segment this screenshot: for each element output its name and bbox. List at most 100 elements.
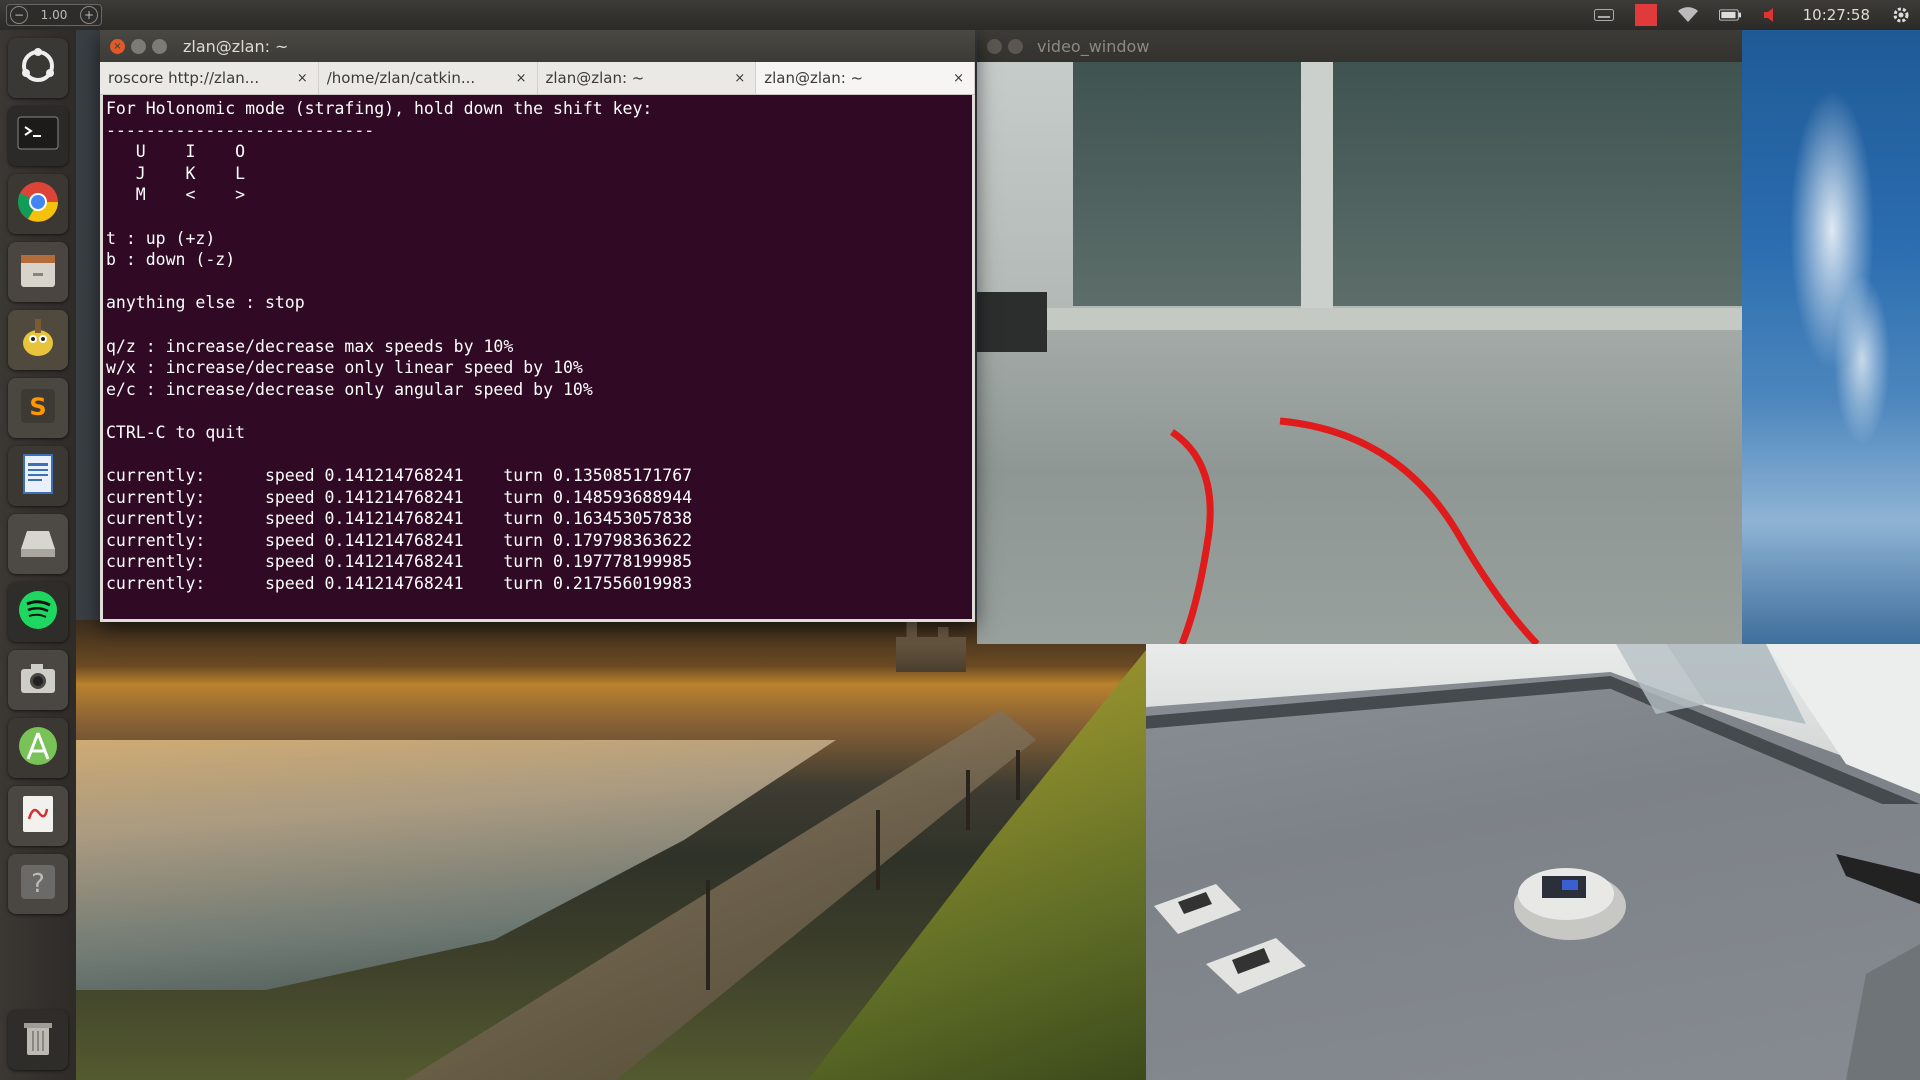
launcher-android-studio[interactable] bbox=[8, 718, 68, 778]
terminal-tabs: roscore http://zlan... × /home/zlan/catk… bbox=[100, 62, 975, 95]
fence-post bbox=[966, 770, 970, 830]
document-icon bbox=[15, 451, 61, 501]
zoom-out-icon[interactable]: − bbox=[10, 6, 28, 24]
video-window-title: video_window bbox=[1037, 36, 1150, 56]
launcher-help[interactable]: ? bbox=[8, 854, 68, 914]
camera-icon bbox=[15, 655, 61, 705]
file-cabinet-icon bbox=[15, 247, 61, 297]
terminal-line: w/x : increase/decrease only linear spee… bbox=[106, 358, 583, 378]
terminal-output[interactable]: For Holonomic mode (strafing), hold down… bbox=[106, 98, 968, 616]
robot-vacuum bbox=[1514, 868, 1626, 940]
zoom-value: 1.00 bbox=[40, 8, 68, 22]
maximize-window-icon[interactable] bbox=[152, 38, 167, 54]
terminal-line: anything else : stop bbox=[106, 293, 305, 313]
terminal-line: U I O bbox=[106, 142, 246, 162]
launcher-dash-home[interactable] bbox=[8, 38, 68, 98]
fence-post bbox=[1016, 750, 1020, 800]
tab-label: /home/zlan/catkin... bbox=[326, 69, 476, 87]
tab-shell-1[interactable]: zlan@zlan: ~ × bbox=[538, 62, 757, 94]
top-panel: − 1.00 + 10:27:58 bbox=[0, 0, 1920, 30]
launcher: S ? bbox=[0, 30, 76, 1080]
gimp-icon bbox=[15, 315, 61, 365]
close-window-icon[interactable] bbox=[987, 38, 1002, 54]
spotify-icon bbox=[15, 587, 61, 637]
path-left-line bbox=[1169, 429, 1214, 644]
tab-roscore[interactable]: roscore http://zlan... × bbox=[100, 62, 319, 94]
terminal-line: J K L bbox=[106, 163, 246, 183]
svg-text:?: ? bbox=[31, 869, 45, 899]
launcher-sublime-text[interactable]: S bbox=[8, 378, 68, 438]
terminal-line: e/c : increase/decrease only angular spe… bbox=[106, 379, 593, 399]
tab-label: zlan@zlan: ~ bbox=[545, 69, 645, 87]
wallpaper-sky bbox=[1742, 30, 1920, 644]
video-window-titlebar[interactable]: video_window bbox=[977, 30, 1742, 62]
trash-icon bbox=[15, 1015, 61, 1065]
launcher-spotify[interactable] bbox=[8, 582, 68, 642]
terminal-titlebar[interactable]: × zlan@zlan: ~ bbox=[100, 30, 975, 62]
terminal-icon bbox=[15, 111, 61, 161]
terminal-line: currently: speed 0.141214768241 turn 0.2… bbox=[106, 574, 693, 594]
video-frame bbox=[977, 62, 1742, 644]
tab-catkin[interactable]: /home/zlan/catkin... × bbox=[319, 62, 538, 94]
terminal-line: b : down (-z) bbox=[106, 250, 236, 270]
video-window[interactable]: video_window bbox=[977, 30, 1742, 644]
keyboard-icon[interactable] bbox=[1593, 7, 1615, 23]
terminal-line: M < > bbox=[106, 185, 246, 205]
sublime-text-icon: S bbox=[15, 383, 61, 433]
svg-text:S: S bbox=[29, 393, 46, 421]
terminal-line: currently: speed 0.141214768241 turn 0.1… bbox=[106, 552, 693, 572]
camera-scene bbox=[1154, 644, 1920, 1080]
wallpaper-grass bbox=[808, 650, 1146, 1080]
wifi-icon[interactable] bbox=[1677, 7, 1699, 23]
clock[interactable]: 10:27:58 bbox=[1803, 6, 1870, 24]
launcher-files[interactable] bbox=[8, 242, 68, 302]
desktop-wallpaper bbox=[76, 620, 1146, 1080]
minimize-window-icon[interactable] bbox=[1008, 38, 1023, 54]
terminal-line: currently: speed 0.141214768241 turn 0.1… bbox=[106, 466, 693, 486]
tab-shell-2[interactable]: zlan@zlan: ~ × bbox=[756, 62, 975, 94]
system-tray: 10:27:58 bbox=[1593, 0, 1912, 30]
settings-gear-icon[interactable] bbox=[1890, 7, 1912, 23]
close-window-icon[interactable]: × bbox=[110, 38, 125, 54]
floor-marker bbox=[1206, 938, 1306, 994]
launcher-writer[interactable] bbox=[8, 446, 68, 506]
tab-close-icon[interactable]: × bbox=[734, 71, 745, 86]
floor-marker bbox=[1154, 884, 1241, 934]
terminal-line: t : up (+z) bbox=[106, 228, 216, 248]
terminal-line: currently: speed 0.141214768241 turn 0.1… bbox=[106, 509, 693, 529]
zoom-in-icon[interactable]: + bbox=[80, 6, 98, 24]
predicted-path-overlay bbox=[1169, 417, 1540, 644]
drive-icon bbox=[15, 519, 61, 569]
record-indicator-icon[interactable] bbox=[1634, 4, 1657, 26]
launcher-gimp[interactable] bbox=[8, 310, 68, 370]
ubuntu-logo-icon bbox=[15, 43, 61, 93]
terminal-line: For Holonomic mode (strafing), hold down… bbox=[106, 99, 653, 118]
terminal-line: currently: speed 0.141214768241 turn 0.1… bbox=[106, 487, 693, 507]
battery-icon[interactable] bbox=[1718, 7, 1741, 23]
android-studio-icon bbox=[15, 723, 61, 773]
fence-post bbox=[706, 880, 710, 990]
overhead-camera-view bbox=[1146, 644, 1920, 1080]
minimize-window-icon[interactable] bbox=[131, 38, 146, 54]
fence-post bbox=[876, 810, 880, 890]
tab-close-icon[interactable]: × bbox=[953, 71, 964, 86]
launcher-trash[interactable] bbox=[8, 1010, 68, 1070]
zoom-widget[interactable]: − 1.00 + bbox=[6, 4, 102, 26]
terminal-line: q/z : increase/decrease max speeds by 10… bbox=[106, 336, 514, 356]
volume-icon[interactable] bbox=[1761, 7, 1783, 23]
launcher-terminal[interactable] bbox=[8, 106, 68, 166]
launcher-drive[interactable] bbox=[8, 514, 68, 574]
terminal-line: CTRL-C to quit bbox=[106, 422, 246, 442]
launcher-chrome[interactable] bbox=[8, 174, 68, 234]
terminal-window[interactable]: × zlan@zlan: ~ roscore http://zlan... × … bbox=[100, 30, 975, 622]
launcher-camera[interactable] bbox=[8, 650, 68, 710]
launcher-evince[interactable] bbox=[8, 786, 68, 846]
tab-close-icon[interactable]: × bbox=[516, 71, 527, 86]
tab-label: zlan@zlan: ~ bbox=[764, 69, 864, 87]
tab-close-icon[interactable]: × bbox=[297, 71, 308, 86]
wallpaper-castle bbox=[896, 622, 966, 672]
terminal-line: currently: speed 0.141214768241 turn 0.1… bbox=[106, 530, 693, 550]
